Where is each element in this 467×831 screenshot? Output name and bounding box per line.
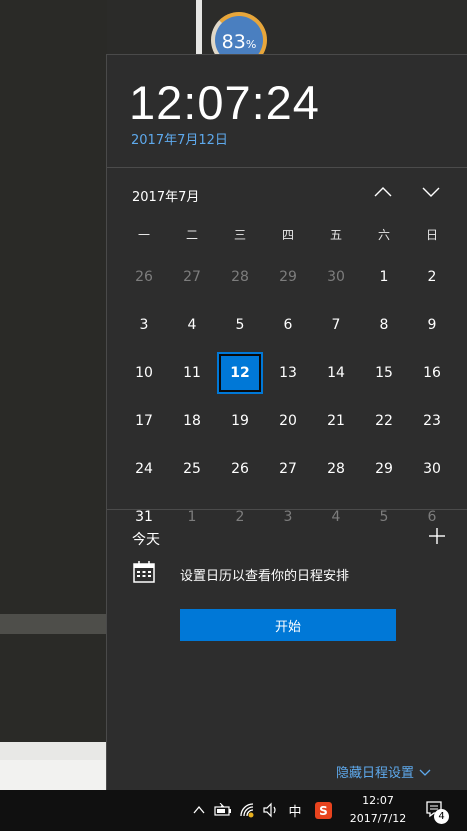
taskbar-clock-time[interactable]: 12:07 — [355, 794, 401, 807]
battery-icon[interactable] — [214, 801, 232, 819]
plus-icon — [429, 528, 445, 544]
calendar-week-row: 24 25 26 27 28 29 30 — [120, 445, 456, 493]
background-window-bar — [0, 614, 107, 634]
calendar-day[interactable]: 21 — [312, 397, 360, 445]
show-hidden-icons-button[interactable] — [190, 801, 208, 819]
hide-agenda-label: 隐藏日程设置 — [336, 766, 415, 781]
chevron-down-icon — [419, 769, 431, 776]
calendar-day[interactable]: 5 — [216, 301, 264, 349]
calendar-week-row: 31 1 2 3 4 5 6 — [120, 493, 456, 541]
calendar-day[interactable]: 24 — [120, 445, 168, 493]
ime-language-indicator[interactable]: 中 — [286, 801, 304, 820]
weekday-label: 四 — [281, 227, 294, 242]
calendar-day[interactable]: 27 — [168, 253, 216, 301]
start-button[interactable]: 开始 — [180, 609, 396, 641]
calendar-day[interactable]: 19 — [216, 397, 264, 445]
calendar-week-row: 10 11 12 13 14 15 16 — [120, 349, 456, 397]
agenda-setup-text: 设置日历以查看你的日程安排 — [180, 569, 350, 584]
calendar-day[interactable]: 15 — [360, 349, 408, 397]
calendar-day[interactable]: 26 — [216, 445, 264, 493]
calendar-day[interactable]: 13 — [264, 349, 312, 397]
hide-agenda-link[interactable]: 隐藏日程设置 — [336, 762, 431, 781]
weekday-label: 六 — [377, 227, 390, 242]
taskbar-clock-date[interactable]: 2017/7/12 — [346, 812, 410, 825]
calendar-day[interactable]: 2 — [408, 253, 456, 301]
wifi-icon[interactable] — [239, 801, 257, 819]
background-window-footer — [0, 760, 107, 790]
calendar-week-row: 26 27 28 29 30 1 2 — [120, 253, 456, 301]
clock-time: 12:07:24 — [129, 76, 320, 129]
calendar-icon — [132, 560, 156, 584]
notification-count-badge: 4 — [434, 809, 449, 824]
divider — [107, 509, 467, 510]
chevron-down-icon — [422, 187, 440, 197]
sogou-input-icon[interactable]: S — [315, 802, 332, 819]
calendar-day[interactable]: 10 — [120, 349, 168, 397]
weekday-label: 五 — [329, 227, 342, 242]
calendar-grid: 一二三四五六日 26 27 28 29 30 1 2 3 4 5 6 7 8 9 10 11 12 13 14 15 1… — [120, 215, 456, 541]
calendar-day[interactable]: 29 — [360, 445, 408, 493]
calendar-day[interactable]: 4 — [168, 301, 216, 349]
calendar-day[interactable]: 3 — [120, 301, 168, 349]
calendar-day[interactable]: 1 — [360, 253, 408, 301]
calendar-day[interactable]: 1 — [168, 493, 216, 541]
month-label[interactable]: 2017年7月 — [132, 186, 199, 205]
calendar-day[interactable]: 2 — [216, 493, 264, 541]
calendar-day[interactable]: 30 — [408, 445, 456, 493]
clock-calendar-flyout: 12:07:24 2017年7月12日 2017年7月 一二三四五六日 26 27… — [106, 54, 467, 790]
calendar-day[interactable]: 23 — [408, 397, 456, 445]
volume-icon[interactable] — [262, 801, 280, 819]
chevron-up-icon — [374, 187, 392, 197]
calendar-day[interactable]: 18 — [168, 397, 216, 445]
calendar-day[interactable]: 11 — [168, 349, 216, 397]
calendar-day[interactable]: 30 — [312, 253, 360, 301]
weekday-label: 二 — [185, 227, 198, 242]
taskbar: 中 12:07 2017/7/12 — [0, 790, 467, 831]
calendar-day-today[interactable]: 12 — [216, 349, 264, 397]
calendar-day[interactable]: 9 — [408, 301, 456, 349]
calendar-day[interactable]: 14 — [312, 349, 360, 397]
calendar-week-row: 3456789 — [120, 301, 456, 349]
calendar-day[interactable]: 28 — [312, 445, 360, 493]
next-month-button[interactable] — [418, 179, 444, 205]
calendar-day[interactable]: 25 — [168, 445, 216, 493]
widget-value: 83% — [221, 31, 257, 53]
divider — [107, 167, 467, 168]
weekday-label: 一 — [137, 227, 150, 242]
calendar-day[interactable]: 22 — [360, 397, 408, 445]
calendar-day[interactable]: 28 — [216, 253, 264, 301]
desktop-background — [0, 0, 107, 790]
weekday-label: 日 — [425, 227, 438, 242]
calendar-day[interactable]: 20 — [264, 397, 312, 445]
calendar-day-label: 12 — [217, 352, 263, 394]
calendar-day[interactable]: 5 — [360, 493, 408, 541]
calendar-week-row: 17 18 19 20 21 22 23 — [120, 397, 456, 445]
calendar-day[interactable]: 26 — [120, 253, 168, 301]
clock-date-link[interactable]: 2017年7月12日 — [131, 129, 228, 148]
calendar-day[interactable]: 8 — [360, 301, 408, 349]
calendar-day[interactable]: 29 — [264, 253, 312, 301]
calendar-day[interactable]: 27 — [264, 445, 312, 493]
previous-month-button[interactable] — [370, 179, 396, 205]
chevron-up-icon — [193, 805, 205, 814]
calendar-day[interactable]: 3 — [264, 493, 312, 541]
weekday-label: 三 — [233, 227, 246, 242]
calendar-day[interactable]: 7 — [312, 301, 360, 349]
calendar-day[interactable]: 17 — [120, 397, 168, 445]
weekday-header: 一二三四五六日 — [120, 215, 456, 253]
calendar-day[interactable]: 4 — [312, 493, 360, 541]
calendar-day[interactable]: 16 — [408, 349, 456, 397]
agenda-today-label: 今天 — [132, 532, 160, 548]
add-event-button[interactable] — [426, 525, 448, 547]
calendar-day[interactable]: 6 — [264, 301, 312, 349]
background-window-edge — [0, 742, 107, 760]
